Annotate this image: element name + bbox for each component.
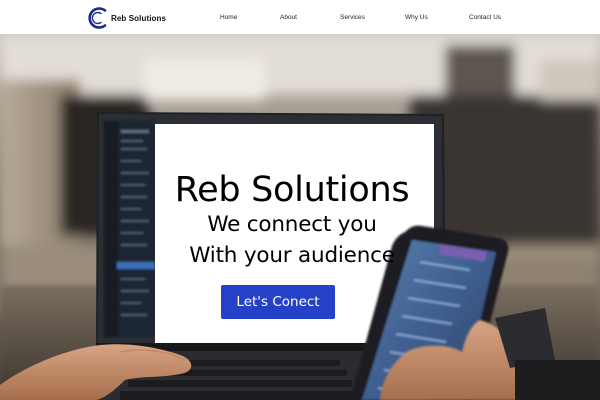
nav-item-home[interactable]: Home (220, 14, 237, 21)
brand-name: Reb Solutions (111, 13, 167, 23)
nav-item-contact-us[interactable]: Contact Us (469, 14, 501, 21)
nav-item-services[interactable]: Services (340, 14, 365, 21)
logo-ring-icon (88, 7, 107, 29)
hero-tagline-line1: We connect you (207, 212, 377, 237)
nav-item-about[interactable]: About (280, 14, 297, 21)
site-header: Reb Solutions Home About Services Why Us… (0, 0, 600, 34)
lets-connect-button[interactable]: Let's Conect (221, 285, 335, 319)
nav-item-why-us[interactable]: Why Us (405, 14, 428, 21)
brand-logo[interactable]: Reb Solutions (88, 6, 166, 30)
hero-tagline-line2: With your audience (189, 243, 395, 268)
hero-title: Reb Solutions (174, 170, 410, 210)
